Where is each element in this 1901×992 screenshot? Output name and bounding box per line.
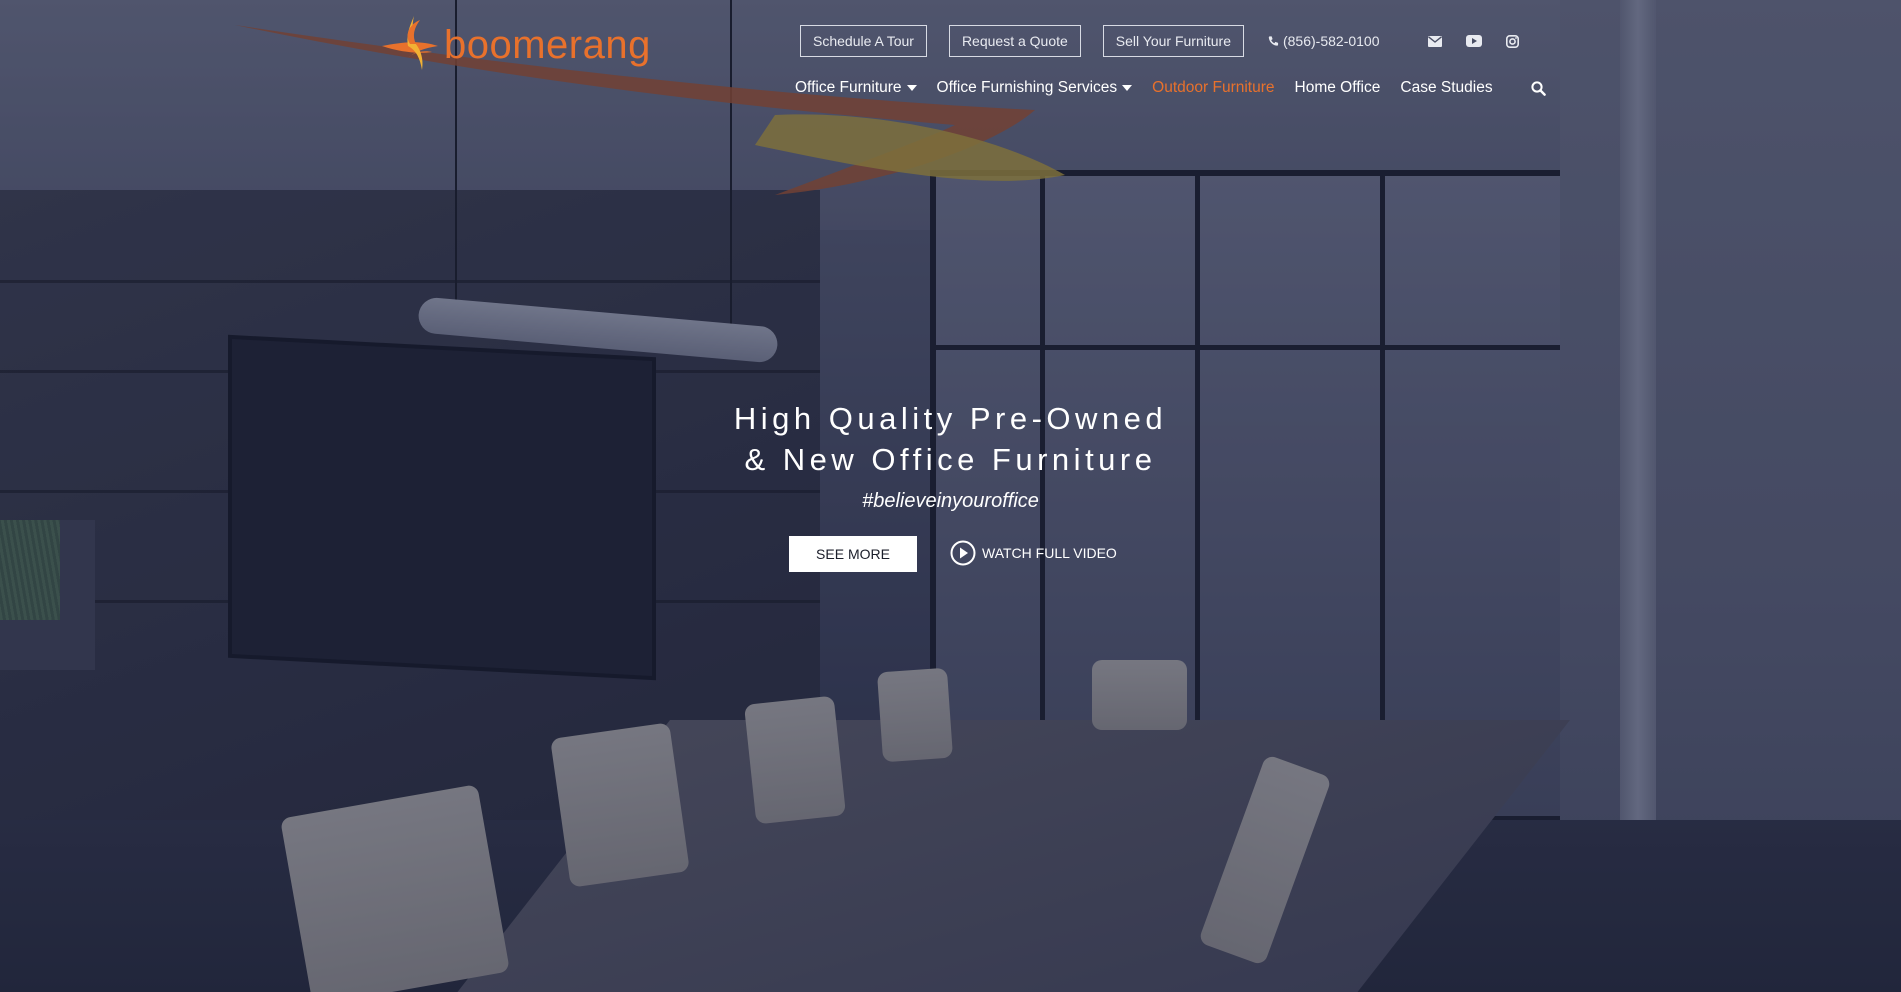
main-nav: Office Furniture Office Furnishing Servi… [795, 76, 1546, 100]
logo[interactable]: boomerang [380, 12, 651, 74]
watch-video-button[interactable]: WATCH FULL VIDEO [950, 540, 1117, 566]
logo-text: boomerang [444, 22, 651, 67]
nav-label: Outdoor Furniture [1152, 79, 1275, 96]
youtube-icon[interactable] [1465, 35, 1482, 47]
hero-headline: High Quality Pre-Owned & New Office Furn… [0, 398, 1901, 480]
see-more-button[interactable]: SEE MORE [789, 536, 917, 572]
nav-label: Office Furnishing Services [936, 79, 1118, 96]
boomerang-logo-icon [382, 16, 438, 70]
nav-outdoor-furniture[interactable]: Outdoor Furniture [1152, 79, 1274, 97]
nav-home-office[interactable]: Home Office [1295, 79, 1381, 97]
nav-label: Office Furniture [795, 79, 902, 96]
nav-office-furniture[interactable]: Office Furniture [795, 79, 917, 97]
headline-line-2: & New Office Furniture [744, 442, 1157, 477]
nav-label: Home Office [1294, 79, 1381, 96]
watch-video-label: WATCH FULL VIDEO [982, 545, 1117, 561]
headline-line-1: High Quality Pre-Owned [733, 401, 1168, 436]
envelope-icon[interactable] [1427, 35, 1442, 47]
phone-icon [1268, 36, 1279, 46]
caret-down-icon [1122, 85, 1133, 91]
nav-label: Case Studies [1400, 79, 1493, 96]
sell-furniture-button[interactable]: Sell Your Furniture [1102, 25, 1244, 57]
schedule-tour-button[interactable]: Schedule A Tour [800, 25, 927, 57]
search-icon[interactable] [1530, 80, 1546, 96]
request-quote-button[interactable]: Request a Quote [948, 25, 1081, 57]
caret-down-icon [906, 85, 917, 91]
social-links [1427, 34, 1543, 48]
instagram-icon[interactable] [1505, 34, 1519, 48]
nav-office-furnishing-services[interactable]: Office Furnishing Services [937, 79, 1133, 97]
nav-case-studies[interactable]: Case Studies [1400, 79, 1492, 97]
top-actions: Schedule A Tour Request a Quote Sell You… [800, 25, 1543, 57]
play-circle-icon [950, 540, 976, 566]
phone-link[interactable]: (856)-582-0100 [1268, 33, 1380, 49]
hero-tagline: #believeinyouroffice [862, 490, 1039, 512]
phone-number: (856)-582-0100 [1282, 33, 1380, 49]
